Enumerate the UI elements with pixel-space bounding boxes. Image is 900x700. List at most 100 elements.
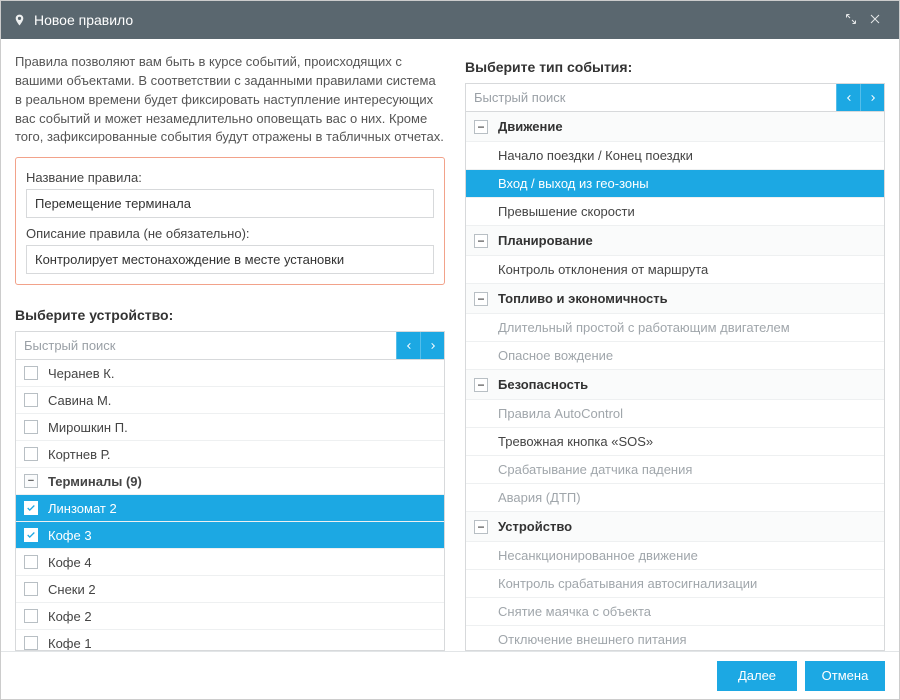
dialog-footer: Далее Отмена xyxy=(1,651,899,699)
event-list[interactable]: −ДвижениеНачало поездки / Конец поездкиВ… xyxy=(465,112,885,651)
event-search-input[interactable] xyxy=(466,84,836,111)
event-group-header[interactable]: −Безопасность xyxy=(466,370,884,400)
list-item[interactable]: Кортнев Р. xyxy=(16,441,444,468)
list-item[interactable]: Кофе 2 xyxy=(16,603,444,630)
list-item-label: Кофе 4 xyxy=(48,555,92,570)
list-item-label: Снеки 2 xyxy=(48,582,96,597)
checkbox-icon[interactable] xyxy=(24,501,38,515)
collapse-icon[interactable]: − xyxy=(474,120,488,134)
close-icon[interactable] xyxy=(863,13,887,28)
list-item-label: Кортнев Р. xyxy=(48,447,110,462)
event-item: Опасное вождение xyxy=(466,342,884,370)
checkbox-icon[interactable] xyxy=(24,555,38,569)
list-item[interactable]: Мирошкин П. xyxy=(16,414,444,441)
pin-icon xyxy=(13,12,26,28)
device-prev-button[interactable] xyxy=(396,332,420,359)
event-search-row xyxy=(465,83,885,112)
group-label: Терминалы (9) xyxy=(48,474,142,489)
event-group-header[interactable]: −Устройство xyxy=(466,512,884,542)
dialog-body: Правила позволяют вам быть в курсе событ… xyxy=(1,39,899,651)
list-item[interactable]: Кофе 3 xyxy=(16,522,444,549)
titlebar: Новое правило xyxy=(1,1,899,39)
event-item: Контроль срабатывания автосигнализации xyxy=(466,570,884,598)
event-group-header[interactable]: −Планирование xyxy=(466,226,884,256)
event-item: Снятие маячка с объекта xyxy=(466,598,884,626)
next-button[interactable]: Далее xyxy=(717,661,797,691)
event-item-label: Контроль срабатывания автосигнализации xyxy=(498,576,757,591)
event-item-label: Превышение скорости xyxy=(498,204,635,219)
event-item[interactable]: Контроль отклонения от маршрута xyxy=(466,256,884,284)
event-item: Срабатывание датчика падения xyxy=(466,456,884,484)
checkbox-icon[interactable] xyxy=(24,393,38,407)
checkbox-icon[interactable] xyxy=(24,582,38,596)
device-group-header[interactable]: −Терминалы (9) xyxy=(16,468,444,495)
collapse-icon[interactable]: − xyxy=(474,234,488,248)
event-item[interactable]: Превышение скорости xyxy=(466,198,884,226)
checkbox-icon[interactable] xyxy=(24,528,38,542)
event-group-header[interactable]: −Топливо и экономичность xyxy=(466,284,884,314)
event-item: Длительный простой с работающим двигател… xyxy=(466,314,884,342)
event-item-label: Начало поездки / Конец поездки xyxy=(498,148,693,163)
event-item: Несанкционированное движение xyxy=(466,542,884,570)
collapse-icon[interactable]: − xyxy=(474,520,488,534)
event-item-label: Вход / выход из гео-зоны xyxy=(498,176,649,191)
rule-desc-input[interactable] xyxy=(26,245,434,274)
event-item-label: Опасное вождение xyxy=(498,348,613,363)
device-next-button[interactable] xyxy=(420,332,444,359)
dialog-window: Новое правило Правила позволяют вам быть… xyxy=(0,0,900,700)
event-section-title: Выберите тип события: xyxy=(465,59,885,75)
rule-name-label: Название правила: xyxy=(26,170,434,185)
checkbox-icon[interactable] xyxy=(24,636,38,650)
event-item[interactable]: Тревожная кнопка «SOS» xyxy=(466,428,884,456)
list-item[interactable]: Черанев К. xyxy=(16,360,444,387)
left-column: Правила позволяют вам быть в курсе событ… xyxy=(15,53,445,651)
group-label: Топливо и экономичность xyxy=(498,291,668,306)
list-item-label: Кофе 2 xyxy=(48,609,92,624)
list-item-label: Кофе 1 xyxy=(48,636,92,651)
event-item-label: Несанкционированное движение xyxy=(498,548,698,563)
dialog-title: Новое правило xyxy=(34,12,839,28)
checkbox-icon[interactable] xyxy=(24,447,38,461)
list-item-label: Мирошкин П. xyxy=(48,420,128,435)
event-item-label: Отключение внешнего питания xyxy=(498,632,687,647)
group-label: Движение xyxy=(498,119,563,134)
event-next-button[interactable] xyxy=(860,84,884,111)
event-item[interactable]: Начало поездки / Конец поездки xyxy=(466,142,884,170)
event-item-label: Срабатывание датчика падения xyxy=(498,462,692,477)
event-item-label: Снятие маячка с объекта xyxy=(498,604,651,619)
device-search-input[interactable] xyxy=(16,332,396,359)
event-prev-button[interactable] xyxy=(836,84,860,111)
collapse-icon[interactable]: − xyxy=(24,474,38,488)
checkbox-icon[interactable] xyxy=(24,420,38,434)
checkbox-icon[interactable] xyxy=(24,366,38,380)
collapse-icon[interactable]: − xyxy=(474,378,488,392)
list-item[interactable]: Савина М. xyxy=(16,387,444,414)
list-item[interactable]: Линзомат 2 xyxy=(16,495,444,522)
event-item: Правила AutoControl xyxy=(466,400,884,428)
event-item-label: Авария (ДТП) xyxy=(498,490,581,505)
cancel-button[interactable]: Отмена xyxy=(805,661,885,691)
rule-name-input[interactable] xyxy=(26,189,434,218)
event-item-label: Правила AutoControl xyxy=(498,406,623,421)
device-section-title: Выберите устройство: xyxy=(15,307,445,323)
list-item[interactable]: Кофе 4 xyxy=(16,549,444,576)
event-group-header[interactable]: −Движение xyxy=(466,112,884,142)
list-item[interactable]: Кофе 1 xyxy=(16,630,444,651)
group-label: Планирование xyxy=(498,233,593,248)
event-item[interactable]: Вход / выход из гео-зоны xyxy=(466,170,884,198)
list-item-label: Линзомат 2 xyxy=(48,501,117,516)
list-item[interactable]: Снеки 2 xyxy=(16,576,444,603)
list-item-label: Кофе 3 xyxy=(48,528,92,543)
device-list[interactable]: Черанев К. Савина М. Мирошкин П. Кортнев Р.… xyxy=(15,360,445,651)
group-label: Безопасность xyxy=(498,377,588,392)
maximize-icon[interactable] xyxy=(839,13,863,28)
rule-desc-label: Описание правила (не обязательно): xyxy=(26,226,434,241)
device-search-row xyxy=(15,331,445,360)
list-item-label: Савина М. xyxy=(48,393,111,408)
checkbox-icon[interactable] xyxy=(24,609,38,623)
rule-details-box: Название правила: Описание правила (не о… xyxy=(15,157,445,285)
list-item-label: Черанев К. xyxy=(48,366,114,381)
collapse-icon[interactable]: − xyxy=(474,292,488,306)
right-column: Выберите тип события: −ДвижениеНачало по… xyxy=(465,53,885,651)
event-item: Авария (ДТП) xyxy=(466,484,884,512)
